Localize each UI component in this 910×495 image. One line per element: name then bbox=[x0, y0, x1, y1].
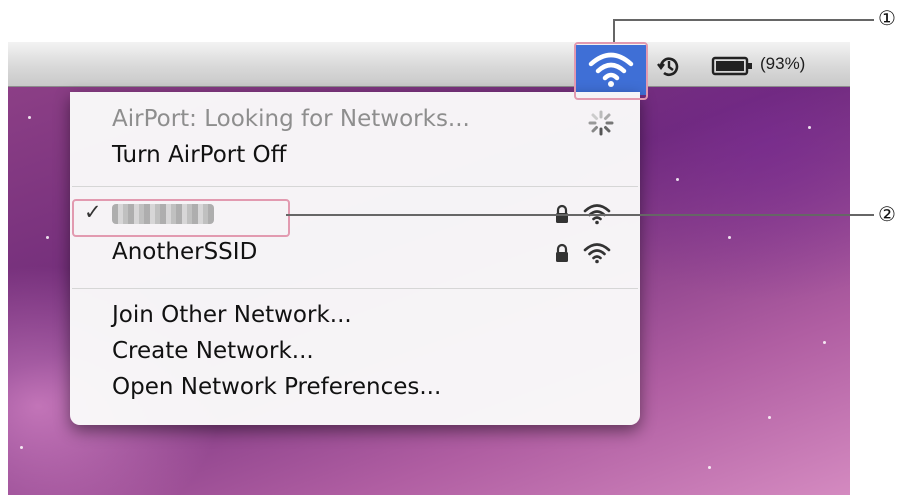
screen: (93%) AirPort: Looking for Networks... T… bbox=[8, 42, 850, 495]
create-network-item[interactable]: Create Network... bbox=[112, 338, 314, 364]
menu-separator bbox=[72, 186, 638, 187]
callout-box-network bbox=[72, 199, 290, 237]
star bbox=[46, 236, 49, 239]
callout-line-2 bbox=[286, 214, 874, 216]
callout-number-2: ② bbox=[878, 202, 896, 226]
battery-icon[interactable] bbox=[711, 56, 755, 76]
star bbox=[20, 446, 23, 449]
wifi-signal-icon bbox=[582, 241, 612, 269]
menu-bar: (93%) bbox=[8, 42, 850, 87]
airport-status-line: AirPort: Looking for Networks... bbox=[112, 106, 470, 132]
network-item[interactable]: AnotherSSID bbox=[70, 235, 640, 271]
lock-icon bbox=[554, 204, 570, 228]
star bbox=[28, 116, 31, 119]
star bbox=[768, 416, 771, 419]
lock-icon bbox=[554, 243, 570, 267]
network-name: AnotherSSID bbox=[112, 239, 258, 265]
star bbox=[823, 341, 826, 344]
time-machine-icon[interactable] bbox=[655, 53, 683, 81]
join-other-network-item[interactable]: Join Other Network... bbox=[112, 302, 352, 328]
star bbox=[808, 126, 811, 129]
star bbox=[708, 466, 711, 469]
star bbox=[728, 236, 731, 239]
star bbox=[676, 178, 679, 181]
battery-percentage: (93%) bbox=[760, 54, 806, 73]
callout-number-1: ① bbox=[878, 6, 896, 30]
callout-line-1 bbox=[613, 20, 615, 42]
wifi-signal-icon bbox=[582, 202, 612, 230]
callout-box-airport bbox=[574, 42, 648, 100]
airport-menu: AirPort: Looking for Networks... Turn Ai… bbox=[70, 92, 640, 425]
turn-airport-off-item[interactable]: Turn AirPort Off bbox=[112, 142, 287, 168]
callout-line-1 bbox=[613, 19, 874, 21]
menu-separator bbox=[72, 288, 638, 289]
open-network-preferences-item[interactable]: Open Network Preferences... bbox=[112, 374, 441, 400]
spinner-icon bbox=[588, 110, 614, 140]
